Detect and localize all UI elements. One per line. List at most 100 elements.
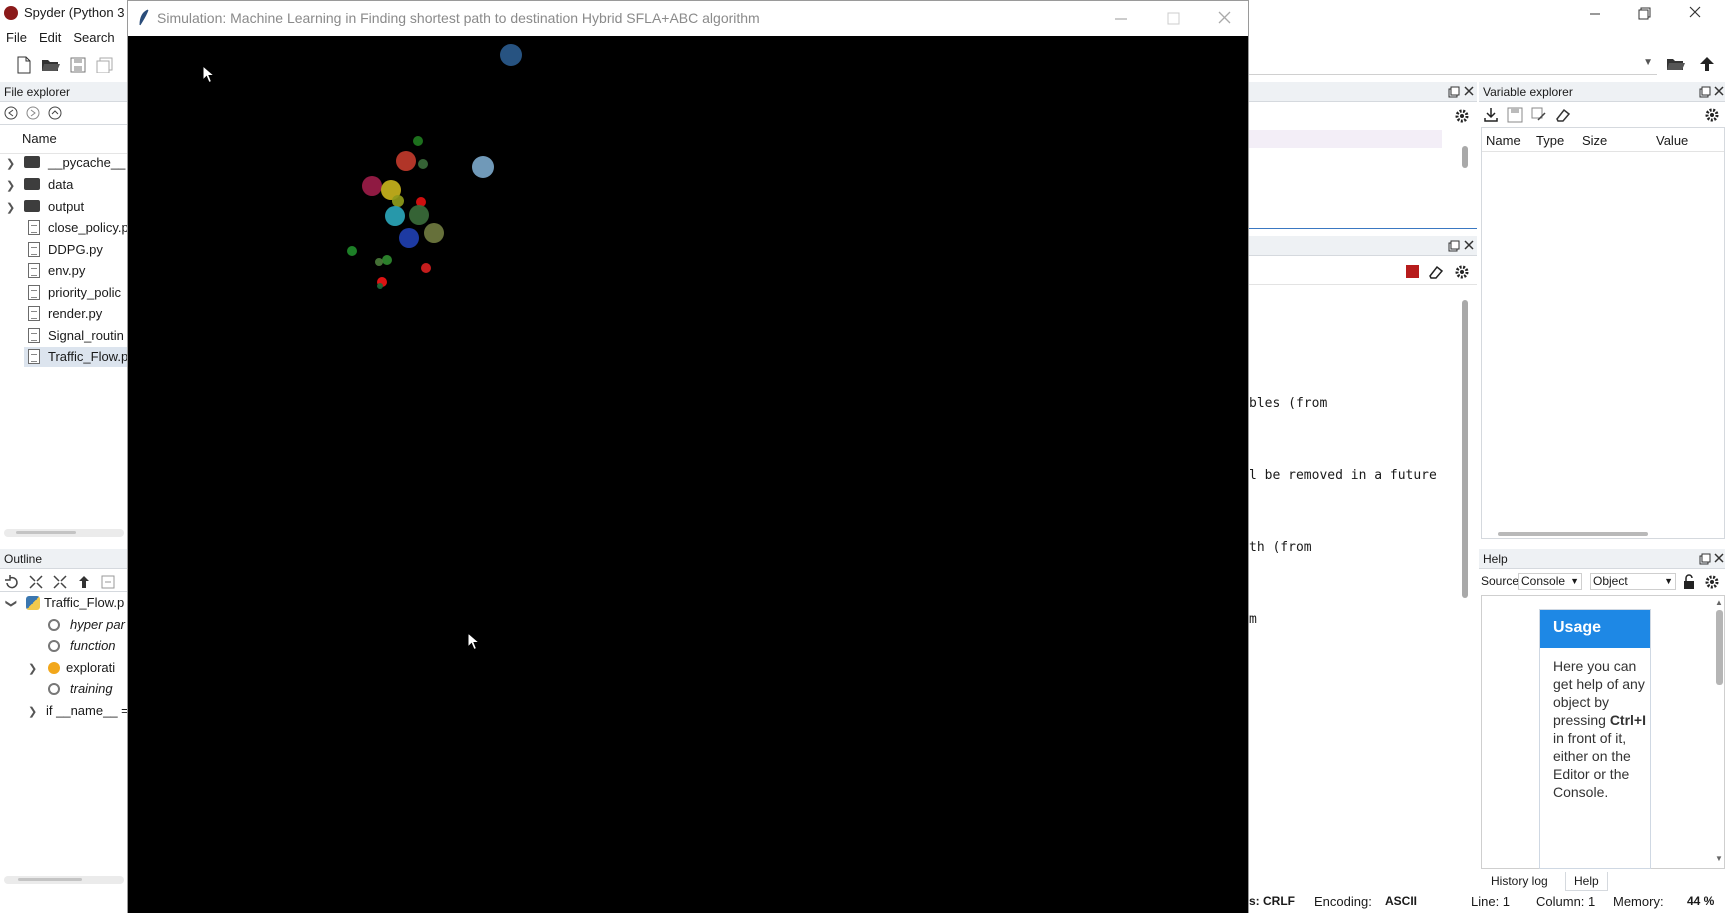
collapse-all-icon[interactable]	[28, 574, 44, 590]
divider	[1249, 228, 1477, 229]
mouse-cursor-icon	[202, 65, 216, 85]
forward-icon[interactable]	[26, 106, 40, 120]
parent-directory-icon[interactable]	[1699, 56, 1715, 72]
close-pane-icon[interactable]	[1713, 552, 1725, 564]
chevron-down-icon: ▼	[1643, 57, 1653, 68]
particle	[413, 136, 423, 146]
simulation-canvas[interactable]	[128, 36, 1248, 913]
refresh-icon[interactable]	[4, 574, 20, 590]
save-data-icon[interactable]	[1507, 107, 1523, 123]
outline-item-main[interactable]: ❯ if __name__ =	[28, 701, 129, 721]
help-vscrollbar[interactable]: ▲ ▼	[1713, 596, 1725, 868]
console-line: bles (from	[1249, 396, 1328, 411]
outline-item-function[interactable]: ❯ explorati	[28, 658, 127, 678]
tree-item-label: Traffic_Flow.p	[48, 349, 129, 364]
outline-header: Outline	[0, 549, 127, 569]
outline-item-cell[interactable]: training	[48, 679, 127, 699]
particle	[472, 156, 494, 178]
spyder-logo-icon	[4, 6, 18, 20]
gear-icon[interactable]	[1454, 264, 1470, 280]
outline-item-cell[interactable]: function	[48, 636, 127, 656]
gear-icon[interactable]	[1704, 107, 1720, 123]
menu-file[interactable]: File	[0, 28, 33, 50]
simulation-title: Simulation: Machine Learning in Finding …	[157, 10, 760, 26]
file-explorer-hscrollbar[interactable]	[4, 529, 124, 537]
column-type[interactable]: Type	[1536, 133, 1564, 148]
save-as-icon[interactable]	[1531, 107, 1547, 123]
undock-icon[interactable]	[1448, 86, 1460, 98]
eraser-icon[interactable]	[1428, 264, 1444, 280]
help-source-select[interactable]: Console ▼	[1518, 573, 1582, 590]
close-pane-icon[interactable]	[1463, 85, 1475, 97]
console-line: th (from	[1249, 540, 1312, 555]
back-icon[interactable]	[4, 106, 18, 120]
usage-card: Usage Here you can get help of any objec…	[1539, 609, 1651, 869]
tree-file-render[interactable]: render.py	[28, 304, 127, 324]
particle	[362, 176, 382, 196]
close-pane-icon[interactable]	[1463, 239, 1475, 251]
column-value[interactable]: Value	[1656, 133, 1688, 148]
cell-icon	[48, 619, 60, 631]
maximize-icon[interactable]	[1161, 8, 1185, 28]
menu-edit[interactable]: Edit	[33, 28, 67, 50]
outline-hscrollbar[interactable]	[4, 876, 124, 884]
save-icon[interactable]	[70, 57, 86, 73]
menu-search[interactable]: Search	[67, 28, 120, 50]
close-pane-icon[interactable]	[1713, 85, 1725, 97]
stop-icon[interactable]	[1406, 265, 1419, 278]
tree-file-ddpg[interactable]: DDPG.py	[28, 240, 127, 260]
tree-file-signal-routing[interactable]: Signal_routin	[28, 326, 127, 346]
tree-file-close-policy[interactable]: close_policy.p	[28, 218, 129, 238]
new-file-icon[interactable]	[16, 56, 32, 74]
console-vscrollbar[interactable]	[1462, 300, 1468, 598]
file-icon	[28, 306, 40, 321]
editor-header	[1249, 82, 1477, 102]
help-object-combo[interactable]: Object ▼	[1590, 573, 1676, 590]
scroll-up-icon[interactable]: ▲	[1715, 598, 1723, 607]
tree-file-priority-policy[interactable]: priority_polic	[28, 283, 127, 303]
open-file-icon[interactable]	[41, 57, 61, 73]
working-directory-combo[interactable]: ▼	[1249, 55, 1657, 75]
browse-directory-icon[interactable]	[1666, 56, 1686, 72]
tree-folder-output[interactable]: ❯ output	[6, 197, 127, 217]
tree-file-traffic-flow[interactable]: Traffic_Flow.p	[24, 347, 129, 367]
gear-icon[interactable]	[1704, 574, 1720, 590]
outline-item-module[interactable]: ❯ Traffic_Flow.p	[5, 593, 127, 613]
tree-item-label: priority_polic	[48, 285, 121, 300]
column-size[interactable]: Size	[1582, 133, 1607, 148]
variable-table-hscrollbar[interactable]	[1498, 532, 1648, 536]
tab-history-log[interactable]: History log	[1485, 872, 1554, 890]
tree-folder-pycache[interactable]: ❯ __pycache__	[6, 153, 127, 173]
import-data-icon[interactable]	[1483, 107, 1499, 123]
chevron-right-icon: ❯	[28, 706, 38, 718]
up-directory-icon[interactable]	[48, 106, 62, 120]
minimize-icon[interactable]	[1583, 2, 1607, 24]
save-all-icon[interactable]	[96, 57, 114, 73]
undock-icon[interactable]	[1699, 86, 1711, 98]
tree-file-env[interactable]: env.py	[28, 261, 127, 281]
collapse-icon[interactable]	[100, 574, 116, 590]
undock-icon[interactable]	[1699, 553, 1711, 565]
scroll-down-icon[interactable]: ▼	[1715, 854, 1723, 863]
column-name[interactable]: Name	[1486, 133, 1521, 148]
minimize-icon[interactable]	[1109, 8, 1133, 28]
tab-help[interactable]: Help	[1565, 872, 1608, 891]
restore-icon[interactable]	[1632, 2, 1656, 24]
tree-item-label: Signal_routin	[48, 328, 124, 343]
tree-folder-data[interactable]: ❯ data	[6, 175, 127, 195]
editor-vscrollbar[interactable]	[1462, 146, 1468, 168]
eraser-icon[interactable]	[1555, 107, 1571, 123]
close-icon[interactable]	[1213, 8, 1237, 28]
lock-icon[interactable]	[1682, 574, 1696, 590]
outline-title: Outline	[4, 552, 43, 566]
tree-item-label: close_policy.p	[48, 220, 129, 235]
particle	[500, 44, 522, 66]
undock-icon[interactable]	[1448, 240, 1460, 252]
go-to-cursor-icon[interactable]	[76, 574, 92, 590]
outline-item-cell[interactable]: hyper par	[48, 615, 127, 635]
cell-icon	[48, 640, 60, 652]
gear-icon[interactable]	[1454, 108, 1470, 124]
expand-all-icon[interactable]	[52, 574, 68, 590]
scroll-thumb[interactable]	[1716, 610, 1723, 685]
close-icon[interactable]	[1683, 2, 1707, 24]
